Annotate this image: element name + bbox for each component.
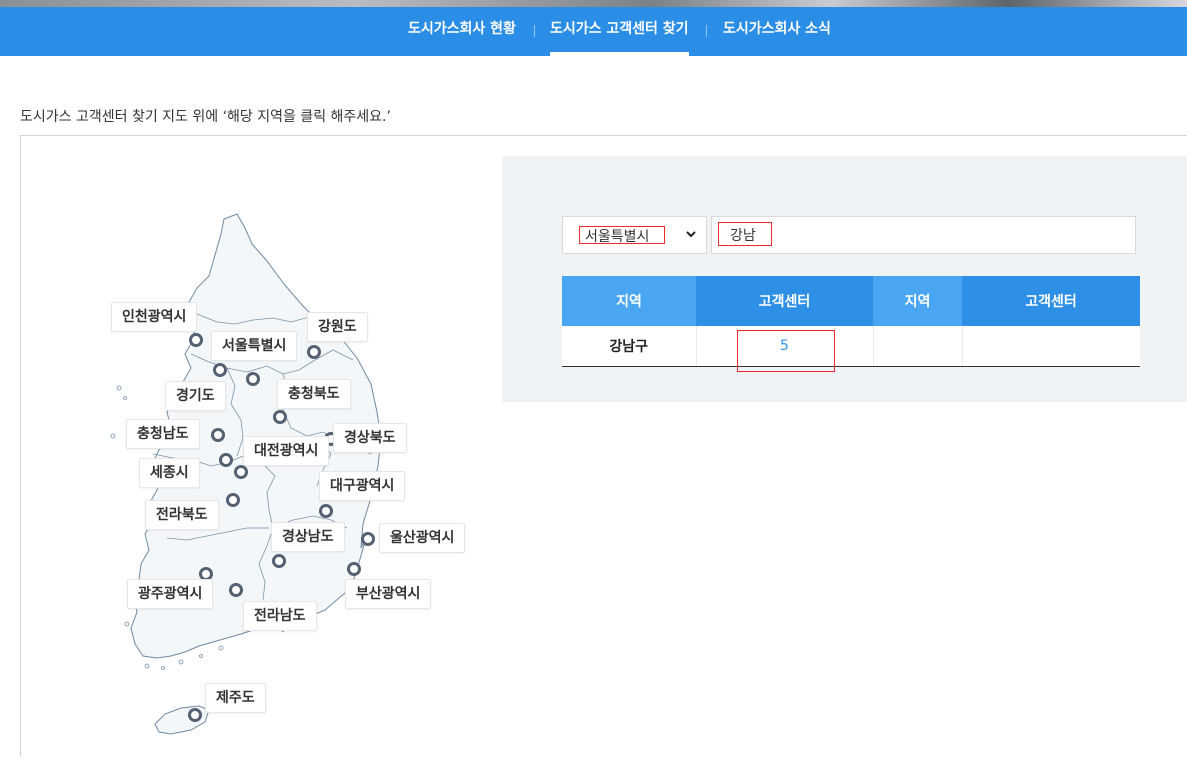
region-sejong[interactable]: 세종시 [139,458,200,488]
search-result-panel: 서울특별시 지역 고객센터 지역 고객센터 강남구 5 [502,156,1187,402]
city-select-value: 서울특별시 [585,229,650,245]
header-banner-image [0,0,1187,7]
marker-gangwon[interactable] [307,345,321,359]
jeju-island [154,705,210,735]
region-ulsan[interactable]: 울산광역시 [379,523,466,553]
result-center-count-empty [962,326,1140,367]
marker-gyeonggi[interactable] [246,372,260,386]
region-seoul[interactable]: 서울특별시 [211,331,298,361]
header-area: 지역 [873,276,962,326]
marker-sejong[interactable] [234,465,248,479]
marker-jeju[interactable] [188,708,202,722]
map-instruction-text: 도시가스 고객센터 찾기 지도 위에 ‘해당 지역을 클릭 해주세요.’ [20,109,391,125]
results-table: 지역 고객센터 지역 고객센터 강남구 5 [562,276,1140,367]
nav-company-status[interactable]: 도시가스회사 현황 [408,7,516,56]
region-chungbuk[interactable]: 충청북도 [277,379,351,409]
marker-jeonbuk[interactable] [226,493,240,507]
result-area-name-empty [873,326,963,367]
region-search-input[interactable] [711,216,1136,254]
header-customer-center: 고객센터 [962,276,1140,326]
region-jeonbuk[interactable]: 전라북도 [145,500,219,530]
marker-daegu[interactable] [319,504,333,518]
results-header-row: 지역 고객센터 지역 고객센터 [562,276,1140,326]
marker-ulsan[interactable] [361,532,375,546]
region-gyeongnam[interactable]: 경상남도 [271,522,345,552]
table-row: 강남구 5 [562,326,1140,367]
region-jeonnam[interactable]: 전라남도 [243,601,317,631]
region-jeju[interactable]: 제주도 [205,683,266,713]
nav-company-news[interactable]: 도시가스회사 소식 [723,7,831,56]
marker-daejeon[interactable] [219,453,233,467]
marker-incheon[interactable] [189,333,203,347]
region-gangwon[interactable]: 강원도 [307,312,368,342]
header-customer-center: 고객센터 [696,276,873,326]
result-center-count-link[interactable]: 5 [696,326,874,367]
region-gwangju[interactable]: 광주광역시 [127,579,214,609]
marker-chungbuk[interactable] [273,410,287,424]
marker-chungnam[interactable] [211,428,225,442]
marker-gyeongnam[interactable] [272,554,286,568]
city-select[interactable]: 서울특별시 [562,216,707,254]
result-area-name: 강남구 [562,326,697,367]
top-navigation: 도시가스회사 현황 도시가스 고객센터 찾기 도시가스회사 소식 [0,7,1187,56]
header-area: 지역 [562,276,696,326]
marker-seoul[interactable] [213,363,227,377]
nav-divider [534,25,535,37]
region-incheon[interactable]: 인천광역시 [111,302,198,332]
marker-busan[interactable] [347,562,361,576]
region-daegu[interactable]: 대구광역시 [319,471,406,501]
region-gyeonggi[interactable]: 경기도 [165,381,226,411]
region-chungnam[interactable]: 충청남도 [126,419,200,449]
chevron-down-icon [686,231,696,238]
region-daejeon[interactable]: 대전광역시 [243,436,330,466]
nav-divider [706,25,707,37]
marker-jeonnam[interactable] [229,583,243,597]
region-busan[interactable]: 부산광역시 [345,579,432,609]
region-gyeongbuk[interactable]: 경상북도 [333,423,407,453]
nav-customer-center-find[interactable]: 도시가스 고객센터 찾기 [550,7,689,56]
